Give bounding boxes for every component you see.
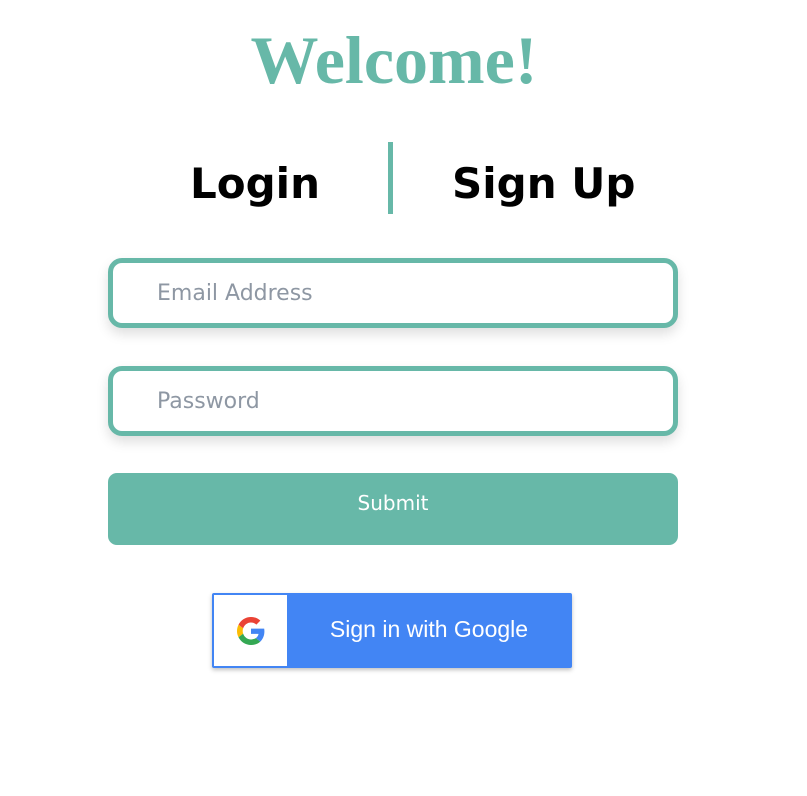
password-field[interactable]	[113, 371, 673, 431]
google-sign-in-button[interactable]: Sign in with Google	[212, 593, 572, 668]
email-field[interactable]	[113, 263, 673, 323]
password-field-container	[108, 366, 678, 436]
tab-login[interactable]: Login	[190, 154, 320, 214]
login-page: Welcome! Login Sign Up Submit Sign in wi…	[0, 0, 807, 796]
submit-button[interactable]: Submit	[108, 473, 678, 545]
google-icon	[237, 617, 265, 645]
google-icon-box	[214, 595, 287, 666]
email-field-container	[108, 258, 678, 328]
page-title: Welcome!	[250, 22, 538, 98]
google-sign-in-label: Sign in with Google	[329, 616, 529, 642]
tab-divider	[388, 142, 393, 214]
auth-tabs: Login Sign Up	[0, 142, 788, 216]
tab-signup[interactable]: Sign Up	[452, 154, 635, 214]
